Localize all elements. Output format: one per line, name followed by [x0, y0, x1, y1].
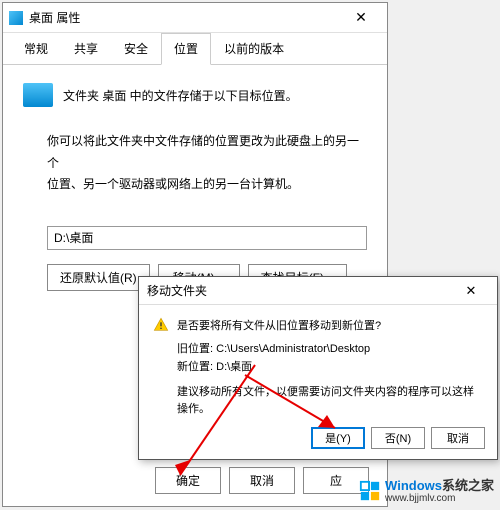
move-dialog-buttons: 是(Y) 否(N) 取消 — [311, 427, 485, 449]
tab-previous-versions[interactable]: 以前的版本 — [211, 33, 297, 64]
info-line-2: 位置、另一个驱动器或网络上的另一台计算机。 — [47, 174, 367, 196]
old-location-row: 旧位置: C:\Users\Administrator\Desktop — [177, 341, 483, 359]
warning-icon — [153, 317, 169, 333]
question-row: 是否要将所有文件从旧位置移动到新位置? — [153, 317, 483, 333]
watermark-brand1: Windows — [385, 478, 442, 493]
tab-general[interactable]: 常规 — [11, 33, 61, 64]
watermark-url: www.bjjmlv.com — [385, 493, 494, 504]
new-location-label: 新位置: — [177, 361, 213, 373]
move-dialog-body: 是否要将所有文件从旧位置移动到新位置? 旧位置: C:\Users\Admini… — [139, 305, 497, 429]
move-cancel-button[interactable]: 取消 — [431, 427, 485, 449]
paths-block: 旧位置: C:\Users\Administrator\Desktop 新位置:… — [177, 341, 483, 376]
move-dialog-close-button[interactable]: ✕ — [453, 278, 489, 304]
new-location-row: 新位置: D:\桌面 — [177, 359, 483, 377]
tab-security[interactable]: 安全 — [111, 33, 161, 64]
apply-button[interactable]: 应 — [303, 467, 369, 494]
move-dialog-title: 移动文件夹 — [147, 282, 453, 299]
old-location-label: 旧位置: — [177, 343, 213, 355]
folder-icon — [9, 11, 23, 25]
watermark-text: Windows系统之家 www.bjjmlv.com — [385, 479, 494, 504]
tab-share[interactable]: 共享 — [61, 33, 111, 64]
info-line-1: 你可以将此文件夹中文件存储的位置更改为此硬盘上的另一个 — [47, 131, 367, 174]
dialog-buttons: 确定 取消 应 — [155, 467, 369, 494]
window-title: 桌面 属性 — [29, 9, 341, 26]
tab-content: 文件夹 桌面 中的文件存储于以下目标位置。 你可以将此文件夹中文件存储的位置更改… — [3, 65, 387, 309]
tabs-bar: 常规 共享 安全 位置 以前的版本 — [3, 33, 387, 65]
info-text: 你可以将此文件夹中文件存储的位置更改为此硬盘上的另一个 位置、另一个驱动器或网络… — [47, 131, 367, 196]
desktop-folder-icon — [23, 83, 53, 107]
restore-defaults-button[interactable]: 还原默认值(R) — [47, 264, 150, 291]
path-input[interactable] — [47, 226, 367, 250]
move-folder-dialog: 移动文件夹 ✕ 是否要将所有文件从旧位置移动到新位置? 旧位置: C:\User… — [138, 276, 498, 460]
move-advice: 建议移动所有文件，以便需要访问文件夹内容的程序可以这样操作。 — [177, 384, 483, 417]
tab-location[interactable]: 位置 — [161, 33, 211, 65]
title-bar: 桌面 属性 ✕ — [3, 3, 387, 33]
new-location-path: D:\桌面 — [216, 361, 252, 373]
folder-description-row: 文件夹 桌面 中的文件存储于以下目标位置。 — [23, 83, 367, 107]
old-location-path: C:\Users\Administrator\Desktop — [216, 343, 370, 355]
yes-button[interactable]: 是(Y) — [311, 427, 365, 449]
watermark-brand2: 系统之家 — [442, 478, 494, 493]
folder-description: 文件夹 桌面 中的文件存储于以下目标位置。 — [63, 87, 298, 104]
move-dialog-titlebar: 移动文件夹 ✕ — [139, 277, 497, 305]
move-question: 是否要将所有文件从旧位置移动到新位置? — [177, 317, 381, 333]
close-button[interactable]: ✕ — [341, 4, 381, 32]
ok-button[interactable]: 确定 — [155, 467, 221, 494]
cancel-button[interactable]: 取消 — [229, 467, 295, 494]
no-button[interactable]: 否(N) — [371, 427, 425, 449]
